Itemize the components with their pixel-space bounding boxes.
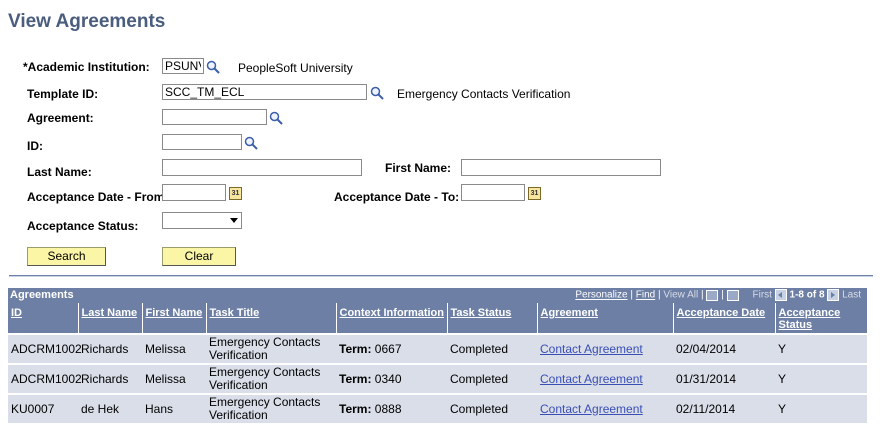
cell-first-name: Hans	[142, 393, 206, 423]
cell-acceptance-date: 01/31/2014	[673, 363, 775, 394]
cell-id: ADCRM1002	[8, 363, 82, 394]
next-arrow-icon[interactable]	[827, 289, 840, 301]
date-to-label: Acceptance Date - To:	[334, 190, 460, 204]
nav-separator: |	[658, 289, 661, 301]
previous-arrow-icon[interactable]	[774, 289, 787, 301]
id-label: ID:	[27, 139, 43, 153]
section-divider	[9, 275, 873, 277]
template-label: Template ID:	[27, 87, 99, 101]
cell-task-status: Completed	[447, 333, 537, 364]
agreements-table: ID Last Name First Name Task Title Conte…	[8, 303, 868, 423]
date-to-calendar-icon[interactable]: 31	[528, 187, 541, 200]
column-header-task-title[interactable]: Task Title	[206, 303, 337, 334]
table-row: ADCRM1002 Richards Melissa Emergency Con…	[8, 333, 867, 364]
date-from-label: Acceptance Date - From:	[27, 190, 169, 204]
last-link[interactable]: Last	[842, 290, 861, 301]
cell-agreement: Contact Agreement	[537, 393, 673, 423]
cell-first-name: Melissa	[142, 363, 206, 394]
chevron-down-icon	[230, 218, 238, 223]
column-header-acceptance-date[interactable]: Acceptance Date	[673, 303, 776, 334]
date-from-input[interactable]	[162, 184, 226, 201]
cell-acceptance-date: 02/11/2014	[673, 393, 775, 423]
column-header-task-status[interactable]: Task Status	[447, 303, 538, 334]
column-header-acceptance-status[interactable]: Acceptance Status	[775, 303, 868, 334]
cell-task-title: Emergency Contacts Verification	[206, 333, 336, 364]
cell-last-name: de Hek	[78, 393, 142, 423]
agreement-link[interactable]: Contact Agreement	[540, 402, 643, 416]
column-header-agreement[interactable]: Agreement	[537, 303, 674, 334]
template-input[interactable]	[162, 84, 367, 100]
agreement-link[interactable]: Contact Agreement	[540, 342, 643, 356]
cell-context: Term: 0888	[336, 393, 447, 423]
agreements-grid: Agreements Personalize | Find | View All…	[8, 288, 868, 423]
institution-input[interactable]	[162, 58, 204, 74]
first-link[interactable]: First	[753, 290, 772, 301]
institution-lookup-icon[interactable]	[206, 60, 220, 74]
column-header-id[interactable]: ID	[8, 303, 79, 334]
column-header-context[interactable]: Context Information	[336, 303, 448, 334]
agreement-label: Agreement:	[27, 111, 94, 125]
find-link[interactable]: Find	[636, 290, 655, 301]
cell-acceptance-status: Y	[775, 393, 867, 423]
table-row: KU0007 de Hek Hans Emergency Contacts Ve…	[8, 393, 867, 423]
view-all-link[interactable]: View All	[663, 290, 698, 301]
grid-title: Agreements	[10, 289, 74, 301]
date-to-input[interactable]	[461, 184, 525, 201]
column-header-first-name[interactable]: First Name	[142, 303, 207, 334]
first-name-label: First Name:	[385, 161, 452, 175]
nav-separator: |	[630, 289, 633, 301]
cell-first-name: Melissa	[142, 333, 206, 364]
cell-task-title: Emergency Contacts Verification	[206, 393, 336, 423]
institution-label: *Academic Institution:	[23, 60, 150, 74]
cell-task-status: Completed	[447, 363, 537, 394]
cell-last-name: Richards	[78, 363, 142, 394]
template-description: Emergency Contacts Verification	[397, 87, 571, 101]
download-icon[interactable]	[706, 289, 719, 301]
cell-id: KU0007	[8, 393, 78, 423]
cell-acceptance-status: Y	[775, 333, 867, 364]
agreement-link[interactable]: Contact Agreement	[540, 372, 643, 386]
status-label: Acceptance Status:	[27, 219, 139, 233]
grid-view-icon[interactable]	[726, 289, 739, 301]
grid-header-bar: Agreements Personalize | Find | View All…	[8, 288, 867, 303]
cell-last-name: Richards	[78, 333, 142, 364]
cell-task-title: Emergency Contacts Verification	[206, 363, 336, 394]
table-row: ADCRM1002 Richards Melissa Emergency Con…	[8, 363, 867, 394]
cell-id: ADCRM1002	[8, 333, 82, 364]
status-select[interactable]	[162, 212, 242, 229]
cell-task-status: Completed	[447, 393, 537, 423]
id-input[interactable]	[162, 134, 242, 150]
cell-acceptance-date: 02/04/2014	[673, 333, 775, 364]
institution-description: PeopleSoft University	[238, 61, 353, 75]
column-header-last-name[interactable]: Last Name	[78, 303, 143, 334]
agreement-lookup-icon[interactable]	[269, 111, 283, 125]
last-name-input[interactable]	[162, 159, 362, 176]
nav-separator: |	[721, 289, 724, 301]
search-button[interactable]: Search	[27, 247, 106, 266]
date-from-calendar-icon[interactable]: 31	[229, 187, 242, 200]
last-name-label: Last Name:	[27, 165, 92, 179]
cell-agreement: Contact Agreement	[537, 333, 673, 364]
id-lookup-icon[interactable]	[244, 136, 258, 150]
cell-agreement: Contact Agreement	[537, 363, 673, 394]
row-range: 1-8 of 8	[789, 289, 825, 301]
grid-navigation: Personalize | Find | View All | | First …	[575, 289, 861, 301]
cell-context: Term: 0340	[336, 363, 447, 394]
cell-context: Term: 0667	[336, 333, 447, 364]
first-name-input[interactable]	[461, 159, 661, 176]
nav-separator: |	[701, 289, 704, 301]
page-title: View Agreements	[8, 11, 166, 32]
template-lookup-icon[interactable]	[370, 86, 384, 100]
clear-button[interactable]: Clear	[162, 247, 236, 266]
cell-acceptance-status: Y	[775, 363, 867, 394]
personalize-link[interactable]: Personalize	[575, 290, 627, 301]
agreement-input[interactable]	[162, 109, 267, 125]
